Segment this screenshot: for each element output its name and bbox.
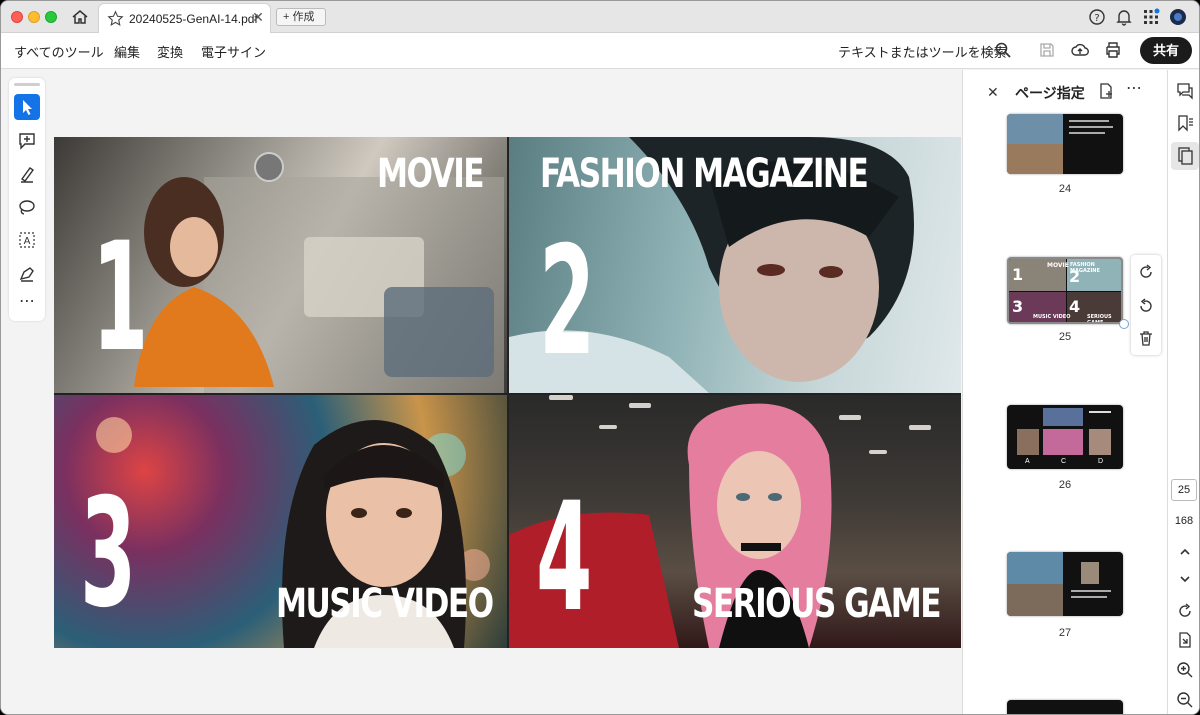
panel-grip[interactable] xyxy=(14,83,40,86)
mini-label: A xyxy=(1025,458,1030,465)
menu-convert[interactable]: 変換 xyxy=(157,42,183,61)
document-viewport[interactable]: 1 MOVIE 2 FASHION MAGAZINE 3 MUSIC VIDEO… xyxy=(1,70,961,714)
page-thumbnail-24[interactable] xyxy=(1007,114,1123,174)
page-thumbnails-icon[interactable] xyxy=(1171,142,1199,170)
search-icon[interactable] xyxy=(994,41,1012,59)
page-number: 26 xyxy=(1058,479,1072,491)
close-window-button[interactable] xyxy=(11,11,23,23)
minimize-window-button[interactable] xyxy=(28,11,40,23)
chevron-down-icon[interactable] xyxy=(1175,569,1195,589)
thumbnail-image xyxy=(1007,114,1113,174)
close-panel-icon[interactable]: ✕ xyxy=(987,84,999,101)
page-thumbnail-26[interactable]: A C D xyxy=(1007,405,1123,469)
create-button[interactable]: + 作成 xyxy=(276,8,326,26)
user-avatar-icon[interactable] xyxy=(1169,8,1187,26)
cursor-arrow-icon xyxy=(23,100,32,115)
mini-label: D xyxy=(1098,458,1104,465)
right-sidebar: 25 168 xyxy=(1167,70,1199,714)
more-tools-icon[interactable]: ⋯ xyxy=(14,292,40,318)
close-tab-icon[interactable]: ✕ xyxy=(251,10,265,24)
chevron-up-icon[interactable] xyxy=(1175,542,1195,562)
mini-number: 3 xyxy=(1012,297,1024,316)
quadrant-number: 4 xyxy=(536,471,593,645)
menu-all-tools[interactable]: すべてのツール xyxy=(14,42,104,61)
menu-bar: すべてのツール 編集 変換 電子サイン テキストまたはツールを検索 共有 xyxy=(1,33,1199,69)
save-icon[interactable] xyxy=(1038,41,1056,59)
select-tool[interactable] xyxy=(14,94,40,120)
comments-icon[interactable] xyxy=(1175,81,1195,101)
pdf-page: 1 MOVIE 2 FASHION MAGAZINE 3 MUSIC VIDEO… xyxy=(54,137,961,648)
add-comment-icon[interactable] xyxy=(14,128,40,154)
mini-label: MOVIE xyxy=(1047,262,1069,269)
mini-label: FASHION MAGAZINE xyxy=(1070,262,1100,274)
upload-cloud-icon[interactable] xyxy=(1071,41,1089,59)
svg-text:A: A xyxy=(24,236,31,247)
mini-label: MUSIC VIDEO xyxy=(1033,314,1071,320)
total-pages: 168 xyxy=(1174,515,1194,527)
quadrant-label: SERIOUS GAME xyxy=(692,581,942,627)
quadrant-label: FASHION MAGAZINE xyxy=(540,151,869,197)
apps-grid-icon[interactable] xyxy=(1142,8,1160,26)
notifications-bell-icon[interactable] xyxy=(1115,8,1133,26)
zoom-out-icon[interactable] xyxy=(1175,690,1195,710)
star-icon[interactable] xyxy=(107,10,124,27)
quadrant-number: 3 xyxy=(80,467,137,641)
menu-edit[interactable]: 編集 xyxy=(114,42,140,61)
pages-panel: ✕ ページ指定 ⋯ 24 1 MOVIE 2 FASHION MAGAZINE … xyxy=(962,70,1167,714)
page-thumbnail-25[interactable]: 1 MOVIE 2 FASHION MAGAZINE 3 MUSIC VIDEO… xyxy=(1007,257,1123,324)
mini-number: 1 xyxy=(1012,265,1024,284)
document-tab[interactable]: 20240525-GenAI-14.pdf ✕ xyxy=(98,3,271,33)
tab-title: 20240525-GenAI-14.pdf xyxy=(129,12,258,26)
zoom-in-icon[interactable] xyxy=(1175,660,1195,680)
quadrant-fashion-magazine: 2 FASHION MAGAZINE xyxy=(509,137,961,393)
page-number: 27 xyxy=(1058,627,1072,639)
quadrant-number: 2 xyxy=(539,215,596,389)
svg-text:?: ? xyxy=(1094,13,1099,24)
bookmarks-icon[interactable] xyxy=(1175,113,1195,133)
mini-label: SERIOUS GAME xyxy=(1087,314,1112,324)
text-box-icon[interactable]: A xyxy=(14,227,40,253)
draw-freehand-icon[interactable] xyxy=(14,194,40,220)
page-thumbnail-27[interactable] xyxy=(1007,552,1123,616)
quadrant-movie: 1 MOVIE xyxy=(54,137,507,393)
home-icon[interactable] xyxy=(71,8,89,26)
pages-icon xyxy=(1178,147,1193,165)
highlighter-icon[interactable] xyxy=(14,161,40,187)
quadrant-music-video: 3 MUSIC VIDEO xyxy=(54,395,507,648)
share-button[interactable]: 共有 xyxy=(1140,37,1192,64)
thumbnail-image xyxy=(1007,552,1111,616)
menu-e-sign[interactable]: 電子サイン xyxy=(201,42,266,61)
page-number: 24 xyxy=(1058,183,1072,195)
insert-page-icon[interactable] xyxy=(1097,82,1115,100)
trash-icon[interactable] xyxy=(1137,329,1155,347)
title-bar: 20240525-GenAI-14.pdf ✕ + 作成 ? xyxy=(1,1,1199,33)
zoom-window-button[interactable] xyxy=(45,11,57,23)
quadrant-number: 1 xyxy=(92,211,149,385)
panel-title: ページ指定 xyxy=(1015,85,1085,101)
quadrant-label: MUSIC VIDEO xyxy=(276,581,494,627)
print-icon[interactable] xyxy=(1104,41,1122,59)
sign-pen-icon[interactable] xyxy=(14,260,40,286)
rotate-counterclockwise-icon[interactable] xyxy=(1137,297,1155,315)
page-thumbnail-28[interactable] xyxy=(1007,700,1123,714)
mini-label: C xyxy=(1061,458,1067,465)
fit-page-icon[interactable] xyxy=(1175,630,1195,650)
thumbnail-actions xyxy=(1131,255,1161,355)
resize-handle[interactable] xyxy=(1119,319,1129,329)
search-tools-label[interactable]: テキストまたはツールを検索 xyxy=(838,42,1007,61)
rotate-clockwise-icon[interactable] xyxy=(1137,263,1155,281)
acrobat-window: 20240525-GenAI-14.pdf ✕ + 作成 ? すべてのツール 編… xyxy=(0,0,1200,715)
more-options-icon[interactable]: ⋯ xyxy=(1126,81,1144,100)
help-icon[interactable]: ? xyxy=(1088,8,1106,26)
current-page-input[interactable]: 25 xyxy=(1171,479,1197,501)
quadrant-serious-game: 4 SERIOUS GAME xyxy=(509,395,961,648)
page-number: 25 xyxy=(1058,331,1072,343)
mini-number: 4 xyxy=(1069,297,1081,316)
quadrant-label: MOVIE xyxy=(377,151,485,197)
rotate-view-icon[interactable] xyxy=(1175,601,1195,621)
tools-panel: A ⋯ xyxy=(9,78,45,321)
